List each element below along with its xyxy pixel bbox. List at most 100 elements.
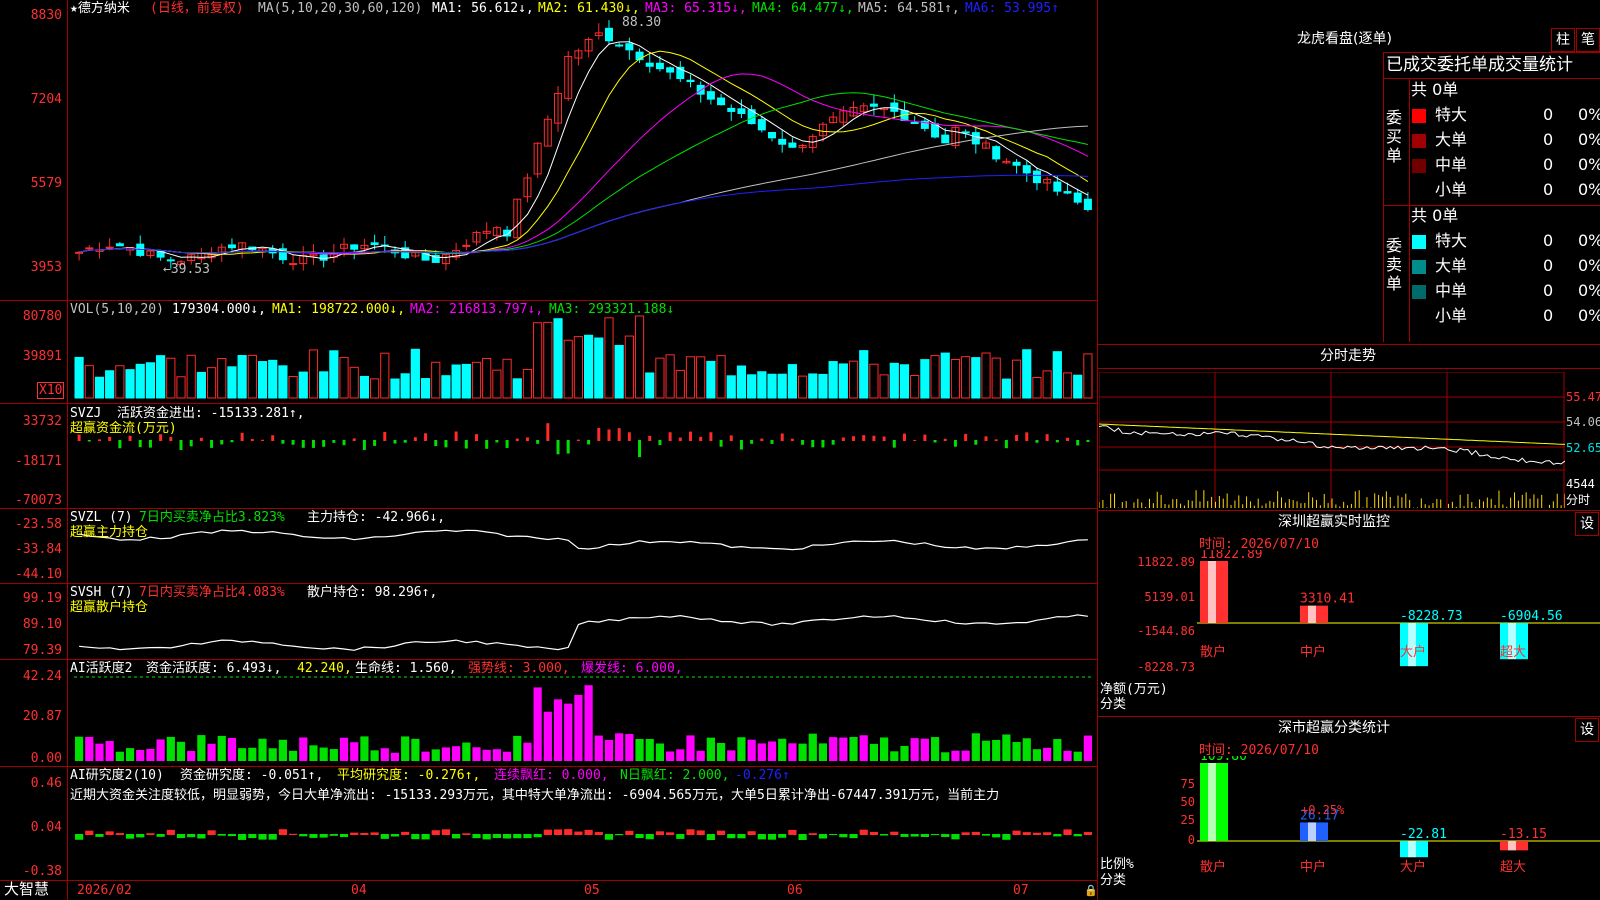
flow-bar	[882, 436, 886, 441]
szmon-title: 深圳超赢实时监控	[1278, 514, 1390, 530]
candle-body	[1083, 198, 1092, 210]
volume-bar	[899, 364, 910, 399]
flow-bar	[831, 440, 835, 445]
szcls-settings-button[interactable]: 设	[1575, 718, 1599, 742]
activity-bar	[248, 747, 257, 761]
research-bar	[431, 830, 440, 835]
volume-bar	[196, 371, 206, 399]
flow-bar	[250, 439, 254, 441]
volume-bar	[512, 378, 522, 399]
research-bar	[584, 829, 593, 835]
svzl-label: SVZL (7)	[70, 510, 133, 525]
activity-bar	[523, 742, 532, 761]
activity-bar	[95, 743, 104, 761]
svzl-tick: -44.10	[15, 567, 62, 582]
volume-bar	[828, 361, 838, 399]
flow-bar	[464, 440, 468, 449]
flow-bar	[974, 440, 978, 445]
kline-chart[interactable]	[0, 0, 1097, 900]
research-bar	[716, 830, 726, 835]
ma6-value: MA6: 53.995↑	[965, 1, 1059, 16]
flow-bar	[413, 437, 417, 441]
bar-highlight	[1308, 822, 1316, 841]
candle-body	[737, 108, 746, 114]
flow-bar	[1025, 432, 1029, 441]
research-bar	[421, 834, 430, 840]
szmon-settings-button[interactable]: 设	[1575, 512, 1599, 536]
flow-bar	[230, 440, 234, 443]
activity-bar	[268, 748, 277, 761]
research-bar	[227, 834, 237, 837]
flow-bar	[515, 438, 519, 441]
volume-bar	[981, 352, 991, 399]
lock-icon[interactable]: 🔒	[1084, 884, 1098, 897]
activity-bar	[706, 737, 715, 761]
volume-bar	[736, 365, 747, 399]
svzl-pct: 7日内买卖净占比3.823%	[139, 510, 285, 525]
volume-bar	[777, 373, 787, 399]
candle-body	[1063, 191, 1072, 194]
volume-bar	[757, 371, 767, 399]
research-bar	[696, 830, 705, 835]
activity-bar	[869, 743, 879, 761]
flow-bar	[424, 433, 428, 441]
volume-bar	[288, 376, 298, 399]
axis-tick: -8228.73	[1137, 660, 1195, 674]
flow-bar	[872, 435, 876, 441]
svzj-value: 活跃资金进出: -15133.281↑,	[117, 406, 305, 421]
fenshi-header-line	[1097, 368, 1600, 369]
vol-label: VOL(5,10,20)	[70, 302, 164, 317]
activity-bar	[166, 736, 175, 761]
volume-bar	[573, 336, 583, 399]
volume-bar	[645, 372, 655, 399]
research-bar	[309, 834, 318, 838]
activity-bar	[676, 749, 685, 761]
ai2-e: -0.276↑	[735, 768, 790, 783]
research-bar	[778, 834, 787, 838]
brand-logo[interactable]: 大智慧	[4, 882, 49, 897]
flow-bar	[892, 440, 896, 448]
activity-bar	[1043, 747, 1052, 761]
flow-bar	[994, 439, 998, 441]
activity-bar	[319, 747, 328, 761]
volume-bar	[971, 357, 981, 399]
research-bar	[370, 832, 379, 835]
candle-body	[115, 243, 124, 247]
avg-price-line	[1099, 423, 1565, 445]
research-bar	[951, 834, 960, 840]
activity-bar	[85, 736, 94, 761]
research-bar	[452, 834, 461, 839]
stock-title[interactable]: ★德方纳米	[70, 1, 130, 16]
svsh-hold: 散户持仓: 98.296↑,	[307, 585, 438, 600]
flow-bar	[189, 440, 193, 447]
activity-bar	[981, 740, 991, 761]
activity-bar	[930, 737, 940, 761]
volume-bar	[920, 359, 930, 399]
bar-mode-button[interactable]: 柱	[1551, 28, 1575, 52]
order-row-name: 中单	[1435, 155, 1468, 174]
volume-bar	[176, 376, 186, 399]
research-bar	[767, 834, 777, 840]
period-label[interactable]: (日线，前复权)	[150, 1, 244, 16]
tick-mode-button[interactable]: 笔	[1576, 28, 1600, 52]
activity-bar	[798, 743, 807, 761]
candle-body	[615, 44, 624, 47]
research-bar	[1002, 834, 1011, 840]
flow-bar	[148, 440, 152, 448]
research-bar	[818, 834, 828, 839]
flow-bar	[301, 440, 305, 448]
candle-body	[462, 244, 471, 247]
research-bar	[666, 832, 675, 835]
candle-body	[1073, 192, 1082, 203]
research-bar	[1032, 832, 1042, 835]
vol-scale-badge[interactable]: X10	[37, 382, 65, 399]
research-bar	[207, 830, 216, 835]
flow-bar	[638, 440, 642, 458]
volume-bar	[420, 378, 431, 399]
flow-bar	[668, 432, 672, 441]
flow-bar	[913, 439, 917, 441]
volume-bar	[889, 362, 899, 399]
activity-bar	[462, 742, 471, 761]
intraday-chart[interactable]	[1099, 372, 1565, 508]
flow-bar	[953, 440, 957, 447]
